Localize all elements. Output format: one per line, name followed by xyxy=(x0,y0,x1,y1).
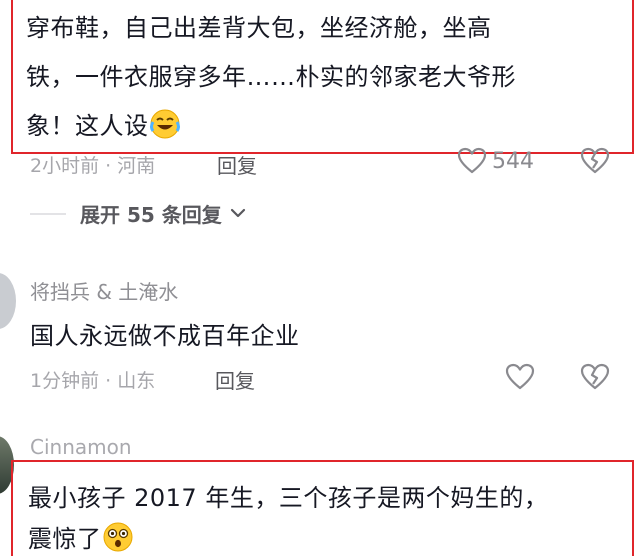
expand-replies-label: 展开 55 条回复 xyxy=(80,203,222,227)
heart-icon xyxy=(457,147,487,174)
comment-2-like-button[interactable] xyxy=(505,363,535,395)
expand-replies-button[interactable]: 展开 55 条回复 xyxy=(30,199,246,228)
comment-3-username[interactable]: Cinnamon xyxy=(30,435,132,459)
comment-3-text-line-1: 最小孩子 2017 年生，三个孩子是两个妈生的， xyxy=(28,484,549,512)
comment-1-text-line-2: 铁，一件衣服穿多年……朴实的邻家老大爷形 xyxy=(26,63,516,91)
comment-2-reply-button[interactable]: 回复 xyxy=(215,365,255,394)
heart-icon xyxy=(505,363,535,390)
expand-divider xyxy=(30,212,66,215)
comment-3-text-line-2-content: 震惊了 xyxy=(28,525,102,553)
comment-1-reply-button[interactable]: 回复 xyxy=(217,150,257,179)
comment-1-like-button[interactable] xyxy=(457,147,487,179)
broken-heart-icon xyxy=(580,147,610,174)
broken-heart-icon xyxy=(580,363,610,390)
comment-1-text-line-3-content: 象！这人设 xyxy=(26,112,149,140)
comment-1-text-line-1: 穿布鞋，自己出差背大包，坐经济舱，坐高 xyxy=(26,14,492,42)
comment-1-meta: 2小时前 · 河南 xyxy=(30,155,156,177)
comment-1-dislike-button[interactable] xyxy=(580,147,610,179)
comment-2-avatar[interactable] xyxy=(0,273,16,329)
laughing-crying-emoji xyxy=(149,108,181,146)
comment-1-text-line-3: 象！这人设 xyxy=(26,106,181,146)
astonished-emoji xyxy=(102,521,134,556)
chevron-down-icon xyxy=(230,204,246,223)
comment-2-meta: 1分钟前 · 山东 xyxy=(30,370,156,392)
comment-2-dislike-button[interactable] xyxy=(580,363,610,395)
comment-1-like-count: 544 xyxy=(492,149,534,174)
comment-2-text: 国人永远做不成百年企业 xyxy=(30,322,300,350)
comment-2-username[interactable]: 将挡兵 & 土淹水 xyxy=(30,276,178,305)
comment-3-text-line-2: 震惊了 xyxy=(28,519,134,556)
